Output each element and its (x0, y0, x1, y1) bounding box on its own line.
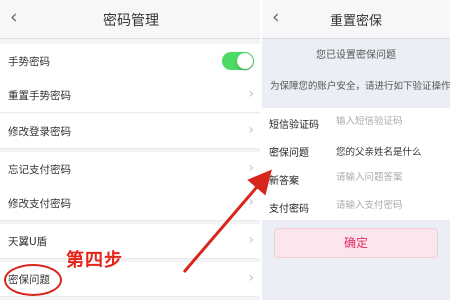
confirm-button[interactable]: 确定 (274, 228, 438, 258)
forgot-payment-password-row[interactable]: 忘记支付密码 › (0, 152, 262, 187)
row-label: 修改登录密码 (8, 126, 71, 138)
toggle-knob (237, 53, 253, 69)
row-label: 手势密码 (8, 56, 50, 68)
gesture-password-row: 手势密码 (0, 44, 262, 79)
highlight-circle (4, 264, 62, 296)
payment-password-input[interactable] (336, 200, 446, 211)
chevron-right-icon: › (248, 160, 254, 176)
change-login-password-row[interactable]: 修改登录密码 › (0, 114, 262, 149)
chevron-right-icon: › (248, 232, 254, 248)
sms-code-row: 短信验证码 (262, 108, 450, 137)
field-label: 短信验证码 (269, 120, 319, 131)
field-label: 密保问题 (269, 148, 309, 159)
sms-code-input[interactable] (336, 116, 446, 127)
chevron-right-icon: › (248, 122, 254, 138)
nav-bar: ‹ 密码管理 (0, 0, 262, 39)
row-label: 忘记支付密码 (8, 164, 71, 176)
status-hint: 您已设置密保问题 (316, 50, 396, 61)
security-question-row: 密保问题 您的父亲姓名是什么 (262, 136, 450, 165)
tianyi-ukey-row[interactable]: 天翼U盾 › (0, 224, 262, 259)
new-answer-row: 新答案 (262, 164, 450, 193)
chevron-right-icon: › (248, 86, 254, 102)
page-title: 密码管理 (103, 13, 159, 29)
gesture-password-toggle[interactable] (222, 52, 254, 70)
row-label: 天翼U盾 (8, 236, 48, 248)
field-label: 新答案 (269, 176, 299, 187)
new-answer-input[interactable] (336, 172, 446, 183)
step-annotation: 第四步 (66, 250, 123, 271)
page-title: 重置密保 (329, 14, 382, 29)
row-label: 重置手势密码 (8, 90, 71, 102)
field-label: 支付密码 (269, 204, 309, 215)
reset-gesture-password-row[interactable]: 重置手势密码 › (0, 78, 262, 113)
change-payment-password-row[interactable]: 修改支付密码 › (0, 186, 262, 221)
chevron-right-icon: › (248, 194, 254, 210)
chevron-right-icon: › (248, 270, 254, 286)
security-description: 为保障您的账户安全，请进行如下验证操作 (270, 81, 450, 92)
payment-password-row: 支付密码 (262, 192, 450, 221)
password-management-screen: ‹ 密码管理 手势密码 重置手势密码 › 修改登录密码 › 忘记支付密码 › 修… (0, 0, 262, 300)
security-question-value: 您的父亲姓名是什么 (336, 147, 422, 158)
reset-security-question-screen: ‹ 重置密保 您已设置密保问题 为保障您的账户安全，请进行如下验证操作 短信验证… (262, 0, 450, 300)
nav-bar: ‹ 重置密保 (262, 0, 450, 39)
row-label: 修改支付密码 (8, 198, 71, 210)
